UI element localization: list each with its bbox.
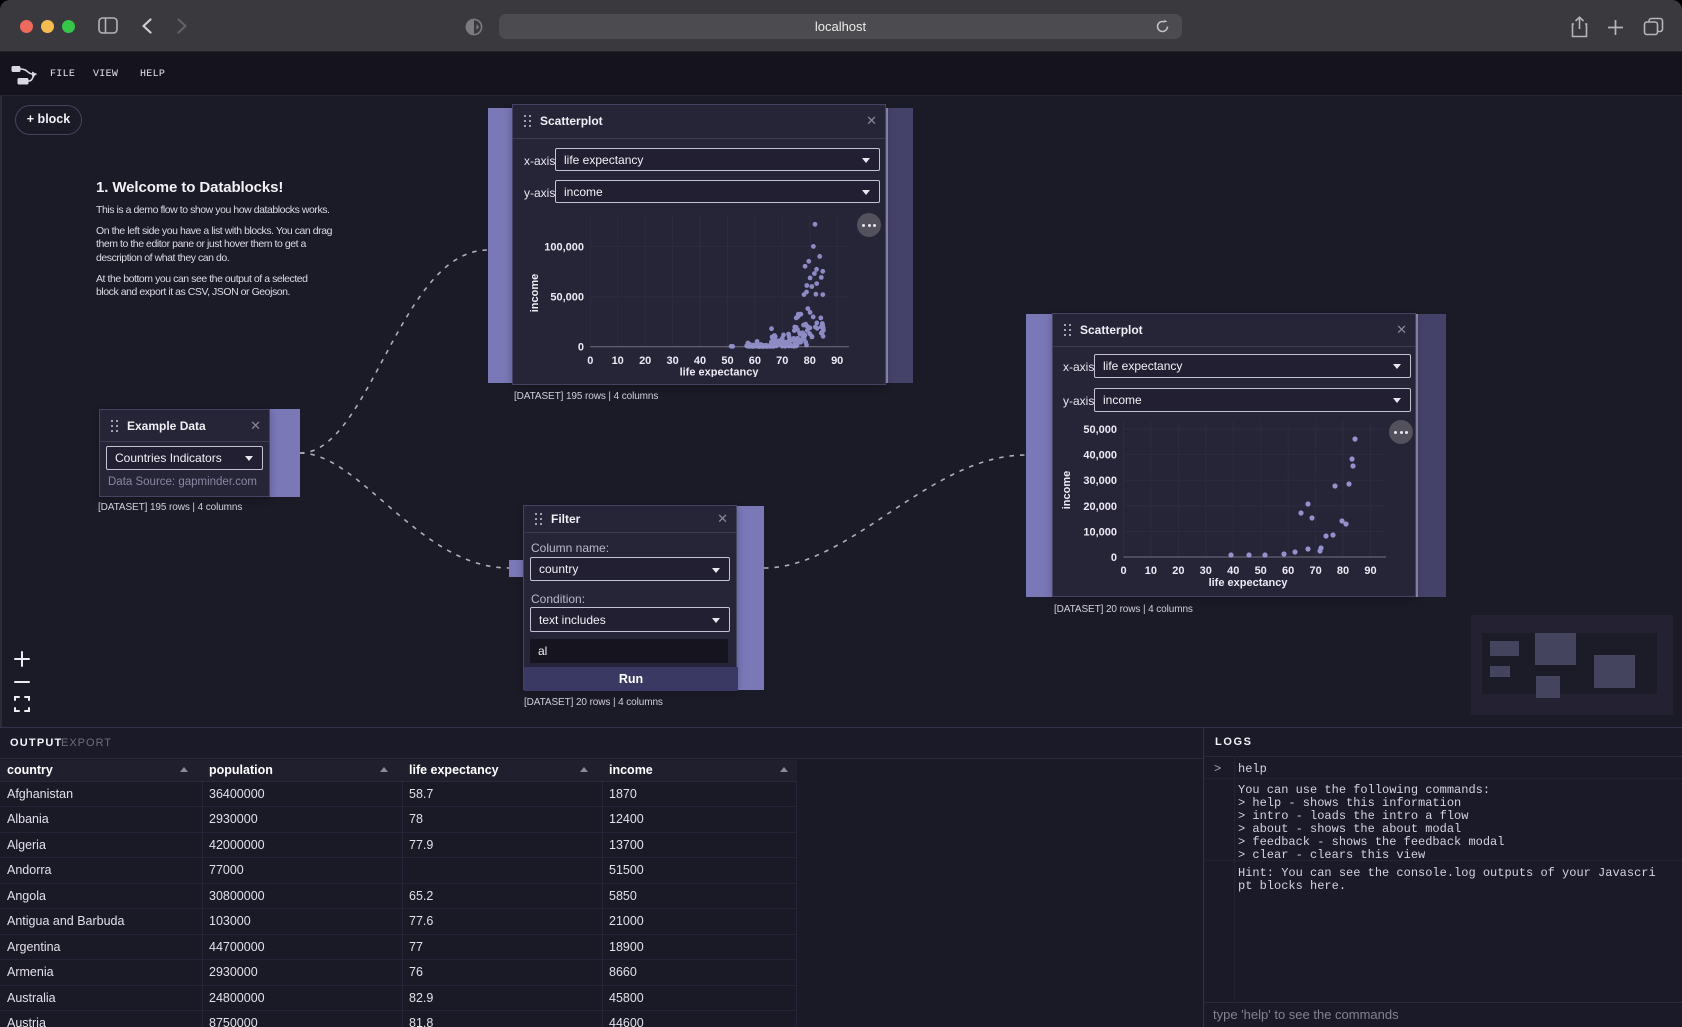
svg-text:30,000: 30,000 (1083, 475, 1117, 487)
svg-text:0: 0 (1120, 565, 1126, 577)
svg-text:0: 0 (1111, 552, 1117, 564)
svg-text:30: 30 (1200, 565, 1212, 577)
svg-text:100,000: 100,000 (544, 242, 584, 254)
svg-text:40: 40 (694, 355, 706, 367)
svg-text:30: 30 (666, 355, 678, 367)
svg-text:70: 70 (776, 355, 788, 367)
svg-text:40: 40 (1227, 565, 1239, 577)
svg-text:90: 90 (1364, 565, 1376, 577)
svg-text:60: 60 (749, 355, 761, 367)
svg-text:20: 20 (639, 355, 651, 367)
svg-text:life expectancy: life expectancy (1209, 577, 1289, 589)
svg-text:income: income (1061, 471, 1073, 510)
svg-text:10,000: 10,000 (1083, 526, 1117, 538)
svg-text:90: 90 (831, 355, 843, 367)
svg-text:80: 80 (1337, 565, 1349, 577)
svg-text:0: 0 (578, 342, 584, 354)
svg-text:50,000: 50,000 (550, 292, 584, 304)
svg-text:80: 80 (804, 355, 816, 367)
svg-text:0: 0 (587, 355, 593, 367)
svg-text:60: 60 (1282, 565, 1294, 577)
svg-text:10: 10 (612, 355, 624, 367)
svg-text:income: income (529, 274, 541, 313)
svg-text:50,000: 50,000 (1083, 424, 1117, 436)
svg-text:50: 50 (1255, 565, 1267, 577)
svg-text:20,000: 20,000 (1083, 501, 1117, 513)
svg-text:20: 20 (1172, 565, 1184, 577)
svg-text:40,000: 40,000 (1083, 450, 1117, 462)
svg-text:10: 10 (1145, 565, 1157, 577)
svg-text:life expectancy: life expectancy (680, 367, 760, 378)
svg-text:70: 70 (1309, 565, 1321, 577)
svg-text:50: 50 (721, 355, 733, 367)
